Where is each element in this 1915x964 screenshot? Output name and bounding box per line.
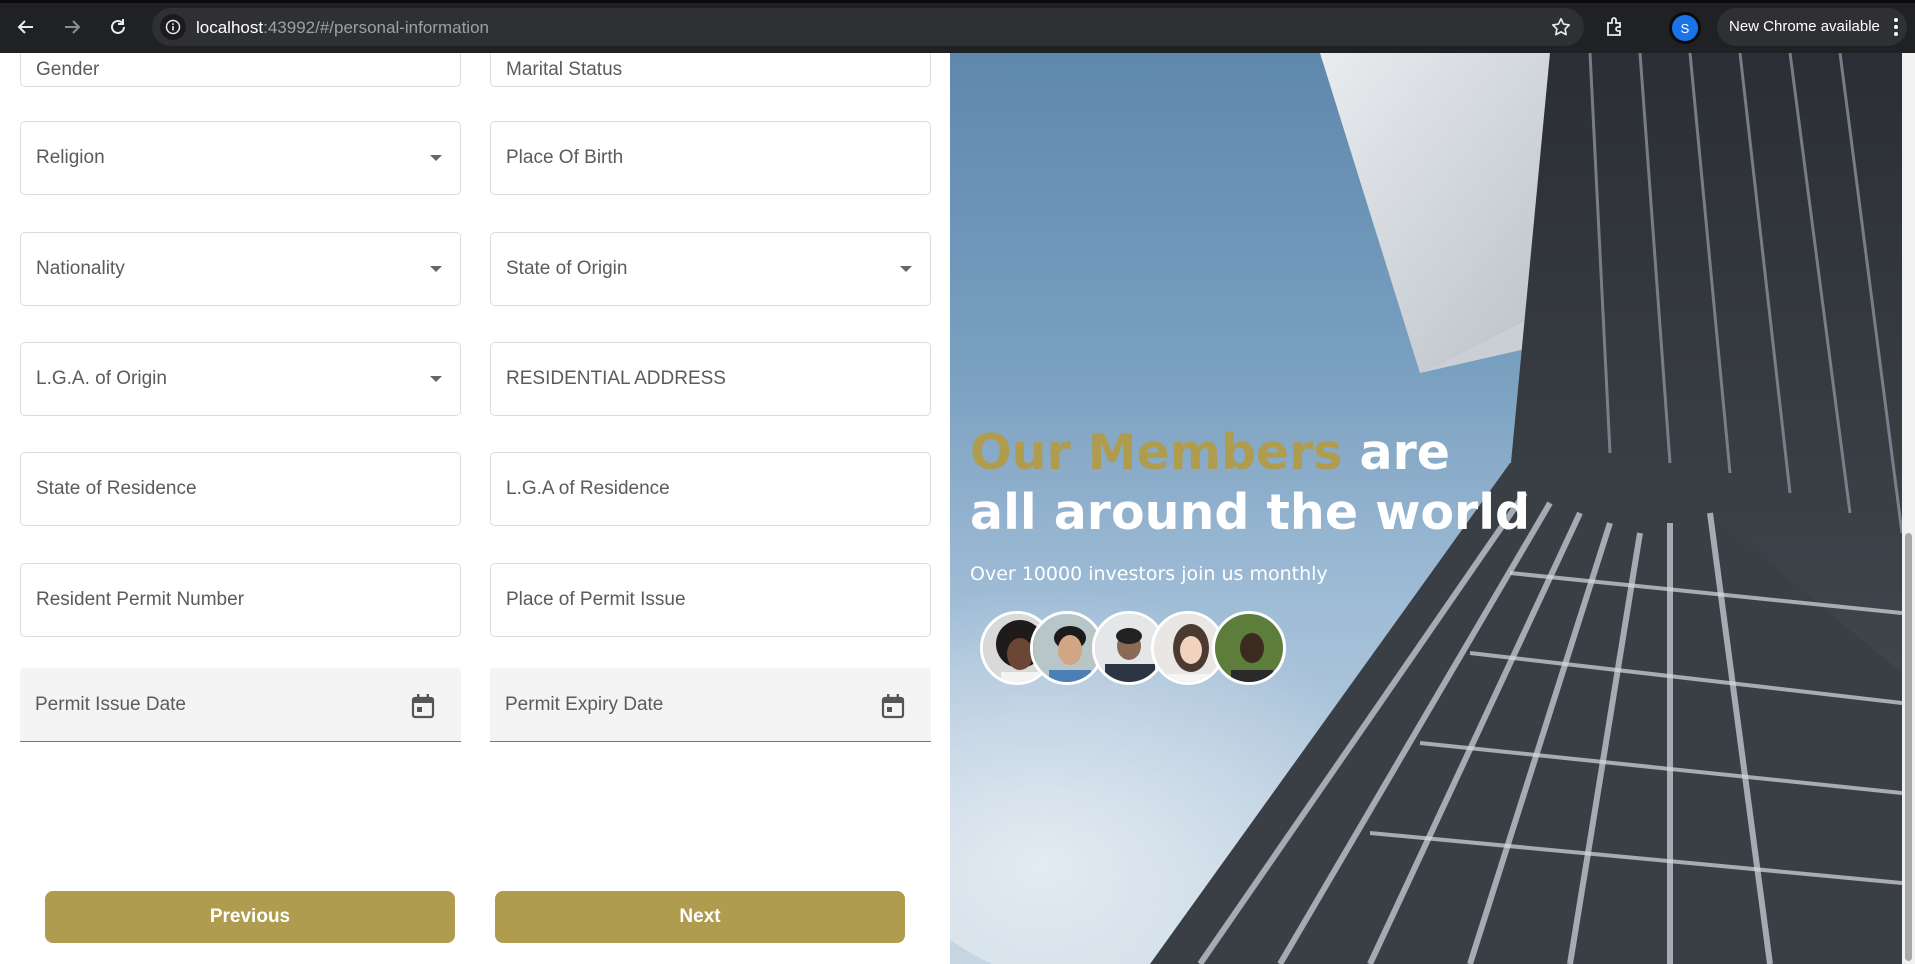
reload-icon[interactable] [104, 13, 132, 41]
avatar [1212, 611, 1286, 685]
permit-issue-date-input[interactable]: Permit Issue Date [20, 668, 461, 742]
url-text: localhost:43992/#/personal-information [196, 18, 489, 37]
nationality-select[interactable]: Nationality [20, 232, 461, 306]
page-scrollbar[interactable] [1902, 53, 1915, 964]
marital-status-select[interactable]: Marital Status [490, 53, 931, 87]
calendar-icon[interactable] [881, 693, 905, 719]
chrome-update-button[interactable]: New Chrome available [1717, 8, 1907, 46]
browser-toolbar: localhost:43992/#/personal-information S… [0, 0, 1915, 53]
residential-address-input[interactable]: RESIDENTIAL ADDRESS [490, 342, 931, 416]
back-arrow-icon[interactable] [12, 13, 40, 41]
state-of-residence-input[interactable]: State of Residence [20, 452, 461, 526]
chevron-down-icon [430, 266, 442, 272]
place-of-birth-input[interactable]: Place Of Birth [490, 121, 931, 195]
gender-select[interactable]: Gender [20, 53, 461, 87]
place-of-permit-issue-input[interactable]: Place of Permit Issue [490, 563, 931, 637]
calendar-icon[interactable] [411, 693, 435, 719]
forward-arrow-icon[interactable] [58, 13, 86, 41]
previous-button[interactable]: Previous [45, 891, 455, 943]
hero-image-panel: Our Members are all around the world Ove… [950, 53, 1902, 964]
next-button[interactable]: Next [495, 891, 905, 943]
more-vert-icon[interactable] [1893, 17, 1899, 41]
lga-of-residence-input[interactable]: L.G.A of Residence [490, 452, 931, 526]
scrollbar-thumb[interactable] [1905, 533, 1912, 961]
profile-avatar[interactable]: S [1672, 15, 1698, 41]
chevron-down-icon [430, 376, 442, 382]
hero-subtitle: Over 10000 investors join us monthly [970, 563, 1328, 585]
site-info-icon[interactable] [160, 14, 186, 40]
lga-of-origin-select[interactable]: L.G.A. of Origin [20, 342, 461, 416]
resident-permit-number-input[interactable]: Resident Permit Number [20, 563, 461, 637]
extensions-icon[interactable] [1604, 15, 1628, 44]
permit-expiry-date-input[interactable]: Permit Expiry Date [490, 668, 931, 742]
state-of-origin-select[interactable]: State of Origin [490, 232, 931, 306]
chevron-down-icon [430, 155, 442, 161]
hero-headline: Our Members are all around the world [970, 424, 1531, 541]
bookmark-star-icon[interactable] [1550, 16, 1572, 43]
address-bar[interactable]: localhost:43992/#/personal-information [152, 8, 1584, 46]
religion-select[interactable]: Religion [20, 121, 461, 195]
personal-information-form: Gender Marital Status Religion Place Of … [0, 53, 950, 964]
chevron-down-icon [900, 266, 912, 272]
